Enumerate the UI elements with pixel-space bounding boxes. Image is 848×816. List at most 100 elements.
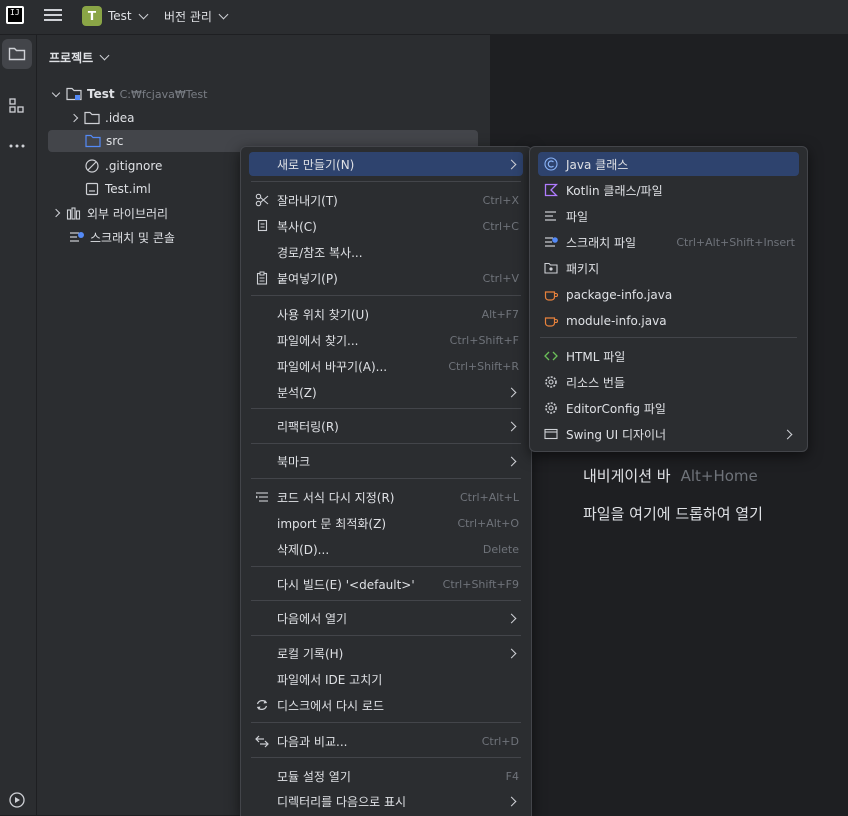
- menu-item-mark-directory-as[interactable]: 디렉터리를 다음으로 표시: [249, 789, 523, 813]
- run-tool-button[interactable]: [2, 785, 32, 815]
- menu-item-compare-with[interactable]: 다음과 비교... Ctrl+D: [249, 729, 523, 753]
- module-folder-icon: [66, 87, 82, 101]
- menu-shortcut: F4: [505, 769, 519, 783]
- html-icon: [544, 351, 558, 361]
- menu-item-open-in[interactable]: 다음에서 열기: [249, 606, 523, 630]
- more-tools-button[interactable]: [2, 131, 32, 161]
- java-cup-icon: [544, 291, 558, 301]
- tree-row-gitignore[interactable]: .gitignore: [84, 155, 162, 177]
- menu-item-module-settings[interactable]: 모듈 설정 열기 F4: [249, 764, 523, 788]
- compare-icon: [255, 735, 269, 748]
- submenu-item-package[interactable]: 패키지: [538, 256, 799, 280]
- menu-label: 새로 만들기(N): [277, 157, 355, 172]
- submenu-item-swing-ui-designer[interactable]: Swing UI 디자이너: [538, 422, 799, 446]
- menu-separator: [251, 600, 521, 601]
- source-folder-icon: [85, 134, 101, 148]
- menu-item-local-history[interactable]: 로컬 기록(H): [249, 641, 523, 665]
- tree-row-test[interactable]: Test C:₩fcjava₩Test: [51, 83, 207, 105]
- chevron-right-icon: [506, 648, 517, 658]
- gear-icon: [545, 376, 557, 388]
- menu-item-optimize-imports[interactable]: import 문 최적화(Z) Ctrl+Alt+O: [249, 511, 523, 535]
- menu-separator: [251, 566, 521, 567]
- main-menu-hamburger-icon[interactable]: [44, 7, 62, 23]
- editor-hint-drop: 파일을 여기에 드롭하여 열기: [583, 505, 763, 523]
- menu-item-delete[interactable]: 삭제(D)... Delete: [249, 537, 523, 561]
- chevron-down-icon: [99, 50, 110, 61]
- menu-item-new[interactable]: 새로 만들기(N): [249, 152, 523, 176]
- menu-item-copy-path[interactable]: 경로/참조 복사...: [249, 240, 523, 264]
- menu-label: 리소스 번들: [566, 375, 626, 390]
- project-tool-button[interactable]: [2, 39, 32, 69]
- menu-item-repair-ide[interactable]: 파일에서 IDE 고치기: [249, 667, 523, 691]
- menu-item-paste[interactable]: 붙여넣기(P) Ctrl+V: [249, 266, 523, 290]
- folder-icon: [84, 111, 100, 125]
- submenu-item-kotlin[interactable]: Kotlin 클래스/파일: [538, 178, 799, 202]
- tree-row-external-libraries[interactable]: 외부 라이브러리: [51, 202, 168, 224]
- java-class-icon: [544, 157, 558, 171]
- editor-hint-navigation: 내비게이션 바 Alt+Home: [583, 465, 758, 486]
- tree-row-iml[interactable]: Test.iml: [84, 178, 151, 200]
- tree-label: 외부 라이브러리: [87, 206, 169, 221]
- structure-icon: [9, 98, 24, 113]
- menu-label: 붙여넣기(P): [277, 271, 338, 286]
- menu-item-copy[interactable]: 복사(C) Ctrl+C: [249, 214, 523, 238]
- vcs-label: 버전 관리: [164, 9, 212, 24]
- vcs-menu[interactable]: 버전 관리: [164, 4, 229, 28]
- intellij-logo-icon[interactable]: IJ: [6, 6, 24, 24]
- menu-label: 파일: [566, 209, 589, 224]
- chevron-down-icon[interactable]: [51, 88, 61, 97]
- menu-label: 로컬 기록(H): [277, 646, 344, 661]
- menu-label: Kotlin 클래스/파일: [566, 183, 663, 198]
- menu-item-rebuild[interactable]: 다시 빌드(E) '<default>' Ctrl+Shift+F9: [249, 572, 523, 596]
- menu-label: 파일에서 바꾸기(A)...: [277, 359, 388, 374]
- menu-label: 패키지: [566, 261, 600, 276]
- chevron-right-icon: [782, 429, 793, 439]
- menu-separator: [251, 635, 521, 636]
- submenu-item-package-info[interactable]: package-info.java: [538, 283, 799, 307]
- menu-item-refactor[interactable]: 리팩터링(R): [249, 414, 523, 438]
- menu-item-reload-from-disk[interactable]: 디스크에서 다시 로드: [249, 693, 523, 717]
- run-icon: [9, 792, 25, 808]
- reload-icon: [256, 700, 268, 710]
- tree-label: .gitignore: [105, 159, 163, 173]
- menu-item-analyze[interactable]: 분석(Z): [249, 380, 523, 404]
- project-panel-title[interactable]: 프로젝트: [49, 49, 110, 66]
- java-cup-icon: [544, 317, 558, 327]
- chevron-right-icon: [506, 796, 517, 806]
- project-switcher[interactable]: T Test: [82, 4, 149, 28]
- menu-shortcut: Ctrl+Alt+Shift+Insert: [676, 235, 795, 249]
- tree-row-idea[interactable]: .idea: [69, 107, 135, 129]
- chevron-down-icon: [218, 9, 229, 19]
- submenu-item-editorconfig[interactable]: EditorConfig 파일: [538, 396, 799, 420]
- menu-item-find-in-files[interactable]: 파일에서 찾기... Ctrl+Shift+F: [249, 328, 523, 352]
- text-file-icon: [545, 211, 556, 221]
- submenu-item-resource-bundle[interactable]: 리소스 번들: [538, 370, 799, 394]
- folder-icon: [8, 47, 26, 61]
- menu-item-reformat-code[interactable]: 코드 서식 다시 지정(R) Ctrl+Alt+L: [249, 485, 523, 509]
- tree-row-scratches[interactable]: 스크래치 및 콘솔: [69, 226, 175, 248]
- copy-icon: [257, 219, 268, 232]
- menu-label: 코드 서식 다시 지정(R): [277, 490, 395, 505]
- chevron-right-icon[interactable]: [51, 208, 61, 218]
- tree-label: src: [106, 134, 124, 148]
- ignore-file-icon: [85, 159, 99, 173]
- tree-path: C:₩fcjava₩Test: [119, 87, 208, 101]
- submenu-item-java-class[interactable]: Java 클래스: [538, 152, 799, 176]
- submenu-item-file[interactable]: 파일: [538, 204, 799, 228]
- menu-shortcut: Ctrl+Shift+F9: [442, 577, 519, 591]
- menu-item-bookmarks[interactable]: 북마크: [249, 449, 523, 473]
- submenu-item-scratch-file[interactable]: 스크래치 파일 Ctrl+Alt+Shift+Insert: [538, 230, 799, 254]
- menu-shortcut: Delete: [482, 542, 519, 556]
- submenu-item-html[interactable]: HTML 파일: [538, 344, 799, 368]
- submenu-item-module-info[interactable]: module-info.java: [538, 309, 799, 333]
- new-submenu: Java 클래스 Kotlin 클래스/파일 파일 스크래치 파일 Ctrl+Al…: [529, 146, 808, 452]
- tree-label: .idea: [105, 111, 135, 125]
- menu-separator: [251, 478, 521, 479]
- structure-tool-button[interactable]: [2, 91, 32, 121]
- menu-item-find-usages[interactable]: 사용 위치 찾기(U) Alt+F7: [249, 302, 523, 326]
- chevron-right-icon: [506, 387, 517, 397]
- menu-item-cut[interactable]: 잘라내기(T) Ctrl+X: [249, 188, 523, 212]
- menu-item-replace-in-files[interactable]: 파일에서 바꾸기(A)... Ctrl+Shift+R: [249, 354, 523, 378]
- chevron-right-icon[interactable]: [69, 113, 79, 123]
- window-icon: [544, 428, 558, 440]
